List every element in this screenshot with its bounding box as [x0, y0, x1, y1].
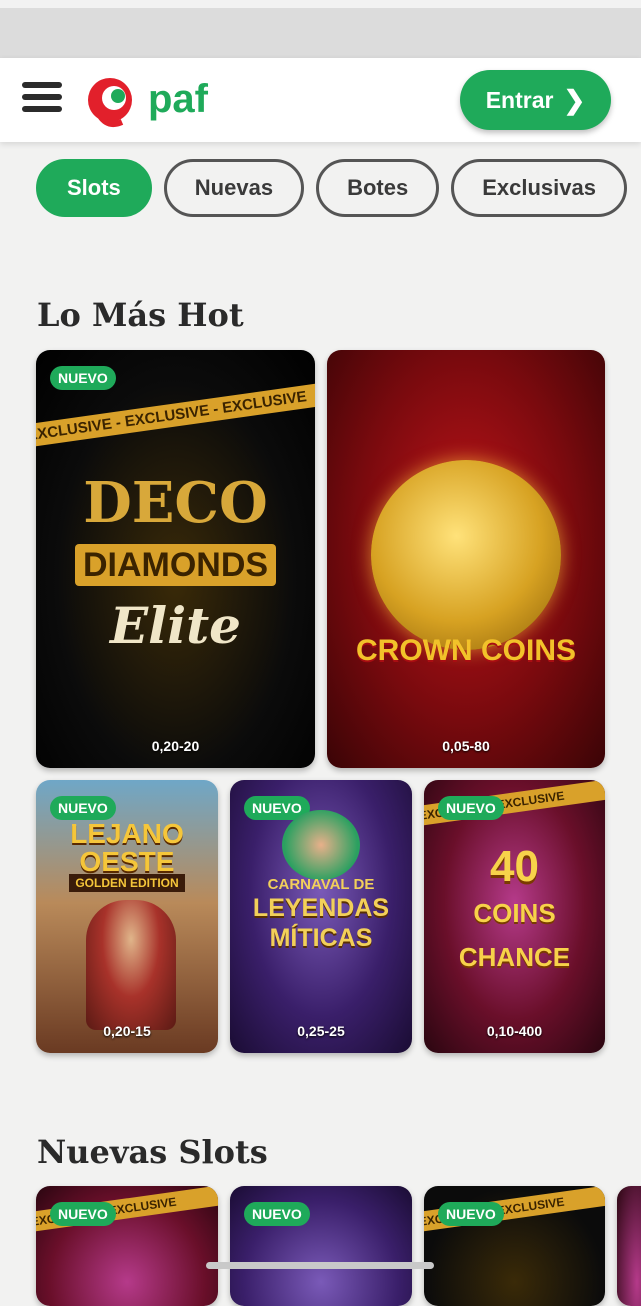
tab-slots[interactable]: Slots: [36, 159, 152, 217]
gold-coin-icon: [371, 460, 561, 650]
section-title-new: Nuevas Slots: [37, 1133, 268, 1171]
game-card-carnaval-leyendas[interactable]: NUEVO CARNAVAL DE LEYENDAS MÍTICAS 0,25-…: [230, 780, 412, 1053]
hamburger-menu-icon[interactable]: [22, 82, 62, 118]
home-indicator[interactable]: [206, 1262, 434, 1269]
game-title-part: CHANCE: [458, 942, 571, 972]
chevron-right-icon: ❯: [563, 84, 586, 115]
game-title-part: DIAMONDS: [36, 544, 315, 586]
new-badge: NUEVO: [438, 1202, 504, 1226]
game-card-deco-diamonds[interactable]: EXCLUSIVE - EXCLUSIVE - EXCLUSIVE NUEVO …: [36, 350, 315, 768]
game-card-crown-coins[interactable]: CROWN COINS 0,05-80: [327, 350, 605, 768]
bet-range: 0,10-400: [486, 1023, 543, 1039]
character-illustration: [282, 810, 360, 880]
tab-botes[interactable]: Botes: [316, 159, 440, 217]
new-badge: NUEVO: [50, 796, 116, 820]
game-title-part: LEYENDAS: [252, 894, 390, 922]
status-bar: [0, 0, 641, 58]
game-title-part: DECO: [83, 470, 268, 536]
game-title-part: 40: [490, 842, 539, 891]
bet-range: 0,20-15: [103, 1023, 151, 1039]
category-tabs: Slots Nuevas Botes Exclusivas: [36, 159, 641, 217]
game-title-part: MÍTICAS: [269, 924, 373, 952]
tab-exclusivas[interactable]: Exclusivas: [451, 159, 627, 217]
bet-range: 0,05-80: [442, 738, 490, 754]
svg-text:paf: paf: [148, 77, 209, 121]
game-title: CROWN COINS: [356, 634, 576, 667]
game-card-new-4[interactable]: [617, 1186, 641, 1306]
section-title-hot: Lo Más Hot: [37, 296, 244, 334]
game-card-40-coins-chance[interactable]: EXCLUSIVE - EXCLUSIVE NUEVO 40 COINS CHA…: [424, 780, 605, 1053]
top-header: paf Entrar ❯: [0, 58, 641, 142]
new-badge: NUEVO: [50, 366, 116, 390]
bet-range: 0,25-25: [297, 1023, 345, 1039]
new-badge: NUEVO: [438, 796, 504, 820]
game-card-new-2[interactable]: NUEVO: [230, 1186, 412, 1306]
game-title-part: Elite: [109, 596, 241, 655]
bet-range: 0,20-20: [151, 738, 200, 754]
paf-logo[interactable]: paf: [82, 70, 232, 134]
login-button[interactable]: Entrar ❯: [460, 70, 611, 130]
tab-nuevas[interactable]: Nuevas: [163, 159, 305, 217]
game-title-part: GOLDEN EDITION: [36, 874, 218, 892]
new-badge: NUEVO: [244, 1202, 310, 1226]
login-label: Entrar: [485, 86, 554, 113]
cowboy-illustration: [86, 900, 176, 1030]
game-card-new-3[interactable]: EXCLUSIVE - EXCLUSIVE NUEVO: [424, 1186, 605, 1306]
new-badge: NUEVO: [50, 1202, 116, 1226]
game-card-new-1[interactable]: EXCLUSIVE - EXCLUSIVE NUEVO: [36, 1186, 218, 1306]
game-card-lejano-oeste[interactable]: NUEVO LEJANO OESTE GOLDEN EDITION 0,20-1…: [36, 780, 218, 1053]
game-title-part: CARNAVAL DE: [267, 876, 375, 893]
game-title-part: COINS: [473, 898, 556, 928]
